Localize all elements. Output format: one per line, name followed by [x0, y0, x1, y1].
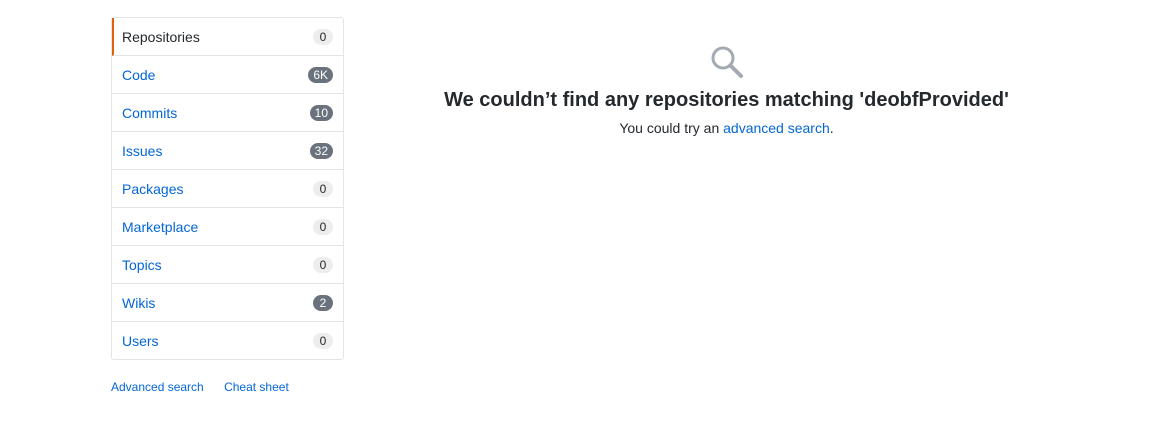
menu-item-marketplace[interactable]: Marketplace 0 [112, 208, 343, 246]
menu-item-repositories[interactable]: Repositories 0 [112, 18, 343, 56]
menu-item-commits[interactable]: Commits 10 [112, 94, 343, 132]
hint-suffix: . [829, 120, 834, 136]
menu-item-label: Code [122, 66, 156, 83]
menu-item-packages[interactable]: Packages 0 [112, 170, 343, 208]
sidebar-footer-links: Advanced search Cheat sheet [111, 380, 306, 394]
count-badge: 0 [313, 256, 333, 273]
menu-item-issues[interactable]: Issues 32 [112, 132, 343, 170]
search-type-menu: Repositories 0 Code 6K Commits 10 Issues… [111, 17, 344, 360]
menu-item-users[interactable]: Users 0 [112, 322, 343, 359]
no-results-title: We couldn’t find any repositories matchi… [444, 89, 1009, 111]
menu-item-label: Repositories [122, 28, 200, 45]
advanced-search-link[interactable]: Advanced search [111, 380, 204, 394]
advanced-search-inline-link[interactable]: advanced search [723, 120, 830, 136]
count-badge: 0 [313, 218, 333, 235]
menu-item-label: Packages [122, 180, 184, 197]
menu-item-wikis[interactable]: Wikis 2 [112, 284, 343, 322]
hint-prefix: You could try an [619, 120, 724, 136]
search-icon [711, 46, 743, 78]
count-badge: 32 [309, 142, 333, 159]
menu-item-label: Commits [122, 104, 178, 121]
count-badge: 2 [313, 294, 333, 311]
count-badge: 0 [313, 180, 333, 197]
menu-item-label: Issues [122, 142, 163, 159]
menu-item-label: Marketplace [122, 218, 199, 235]
search-results-page: Repositories 0 Code 6K Commits 10 Issues… [0, 0, 1159, 434]
cheat-sheet-link[interactable]: Cheat sheet [224, 380, 289, 394]
menu-item-code[interactable]: Code 6K [112, 56, 343, 94]
menu-item-label: Users [122, 332, 159, 349]
count-badge: 6K [308, 66, 333, 83]
count-badge: 0 [313, 28, 333, 45]
empty-results-message: We couldn’t find any repositories matchi… [400, 45, 1053, 136]
menu-item-topics[interactable]: Topics 0 [112, 246, 343, 284]
menu-item-label: Wikis [122, 294, 156, 311]
count-badge: 10 [309, 104, 333, 121]
no-results-hint: You could try an advanced search. [400, 120, 1053, 136]
menu-item-label: Topics [122, 256, 162, 273]
count-badge: 0 [313, 332, 333, 349]
